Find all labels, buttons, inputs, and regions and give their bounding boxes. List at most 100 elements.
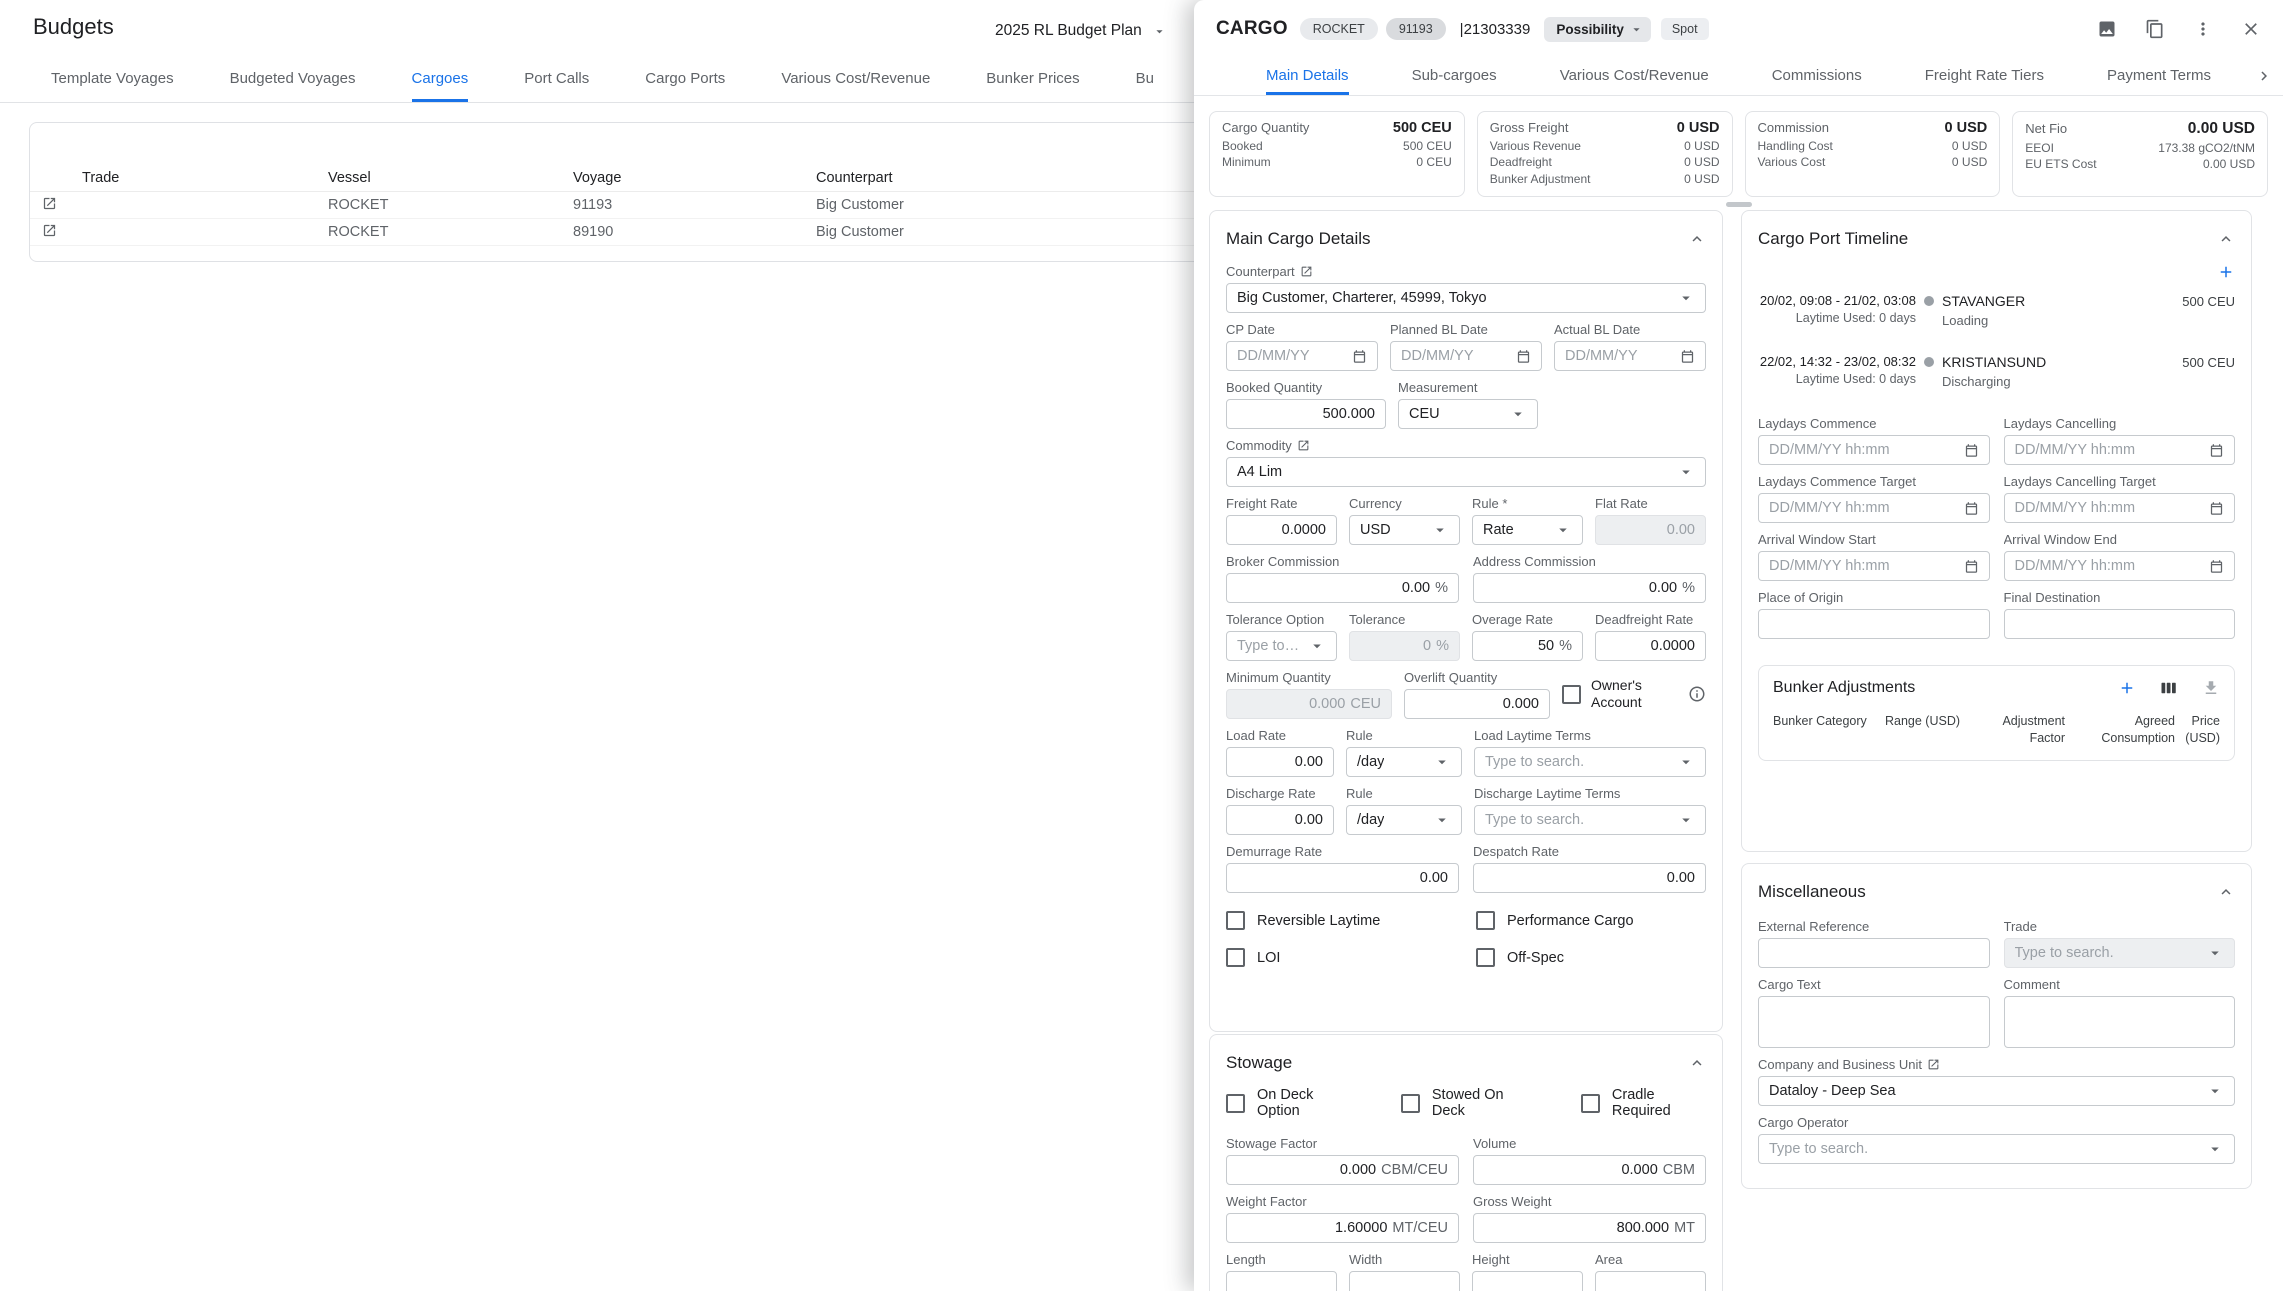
tab-freight-rate-tiers[interactable]: Freight Rate Tiers [1925, 58, 2044, 95]
tab-commissions[interactable]: Commissions [1772, 58, 1862, 95]
load-rate-input[interactable]: 0.00 [1226, 747, 1334, 777]
company-business-unit-select[interactable]: Dataloy - Deep Sea [1758, 1076, 2235, 1106]
weight-factor-input[interactable]: 1.60000 MT/CEU [1226, 1213, 1459, 1243]
overage-rate-input[interactable]: 50 % [1472, 631, 1583, 661]
broker-commission-input[interactable]: 0.00 % [1226, 573, 1459, 603]
stowed-on-deck-checkbox[interactable]: Stowed On Deck [1401, 1087, 1529, 1119]
laydays-commence-target-label: Laydays Commence Target [1758, 473, 1990, 489]
laydays-cancelling-input[interactable]: DD/MM/YY hh:mm [2004, 435, 2236, 465]
tab-various-cost-revenue[interactable]: Various Cost/Revenue [1560, 58, 1709, 95]
calendar-icon[interactable] [1516, 349, 1531, 364]
laydays-cancelling-target-input[interactable]: DD/MM/YY hh:mm [2004, 493, 2236, 523]
laydays-commence-target-input[interactable]: DD/MM/YY hh:mm [1758, 493, 1990, 523]
tabs-overflow-chevron-icon[interactable] [2255, 67, 2273, 89]
status-dropdown[interactable]: Possibility [1544, 17, 1651, 42]
overlift-quantity-input[interactable]: 0.000 [1404, 689, 1550, 719]
freight-rate-input[interactable]: 0.0000 [1226, 515, 1337, 545]
height-input[interactable] [1472, 1271, 1583, 1291]
on-deck-option-checkbox[interactable]: On Deck Option [1226, 1087, 1349, 1119]
tab-cargoes[interactable]: Cargoes [412, 58, 469, 102]
volume-input[interactable]: 0.000 CBM [1473, 1155, 1706, 1185]
info-icon[interactable] [1688, 685, 1706, 703]
load-laytime-terms-select[interactable]: Type to search. [1474, 747, 1706, 777]
calendar-icon[interactable] [2209, 443, 2224, 458]
budget-plan-selector[interactable]: 2025 RL Budget Plan [995, 22, 1167, 40]
tab-main-details[interactable]: Main Details [1266, 58, 1349, 95]
reversible-laytime-checkbox[interactable]: Reversible Laytime [1226, 911, 1476, 930]
kebab-menu-icon[interactable] [2193, 19, 2213, 39]
despatch-rate-input[interactable]: 0.00 [1473, 863, 1706, 893]
demurrage-rate-input[interactable]: 0.00 [1226, 863, 1459, 893]
tab-payment-terms[interactable]: Payment Terms [2107, 58, 2211, 95]
tab-cargo-ports[interactable]: Cargo Ports [645, 58, 725, 102]
external-link-icon[interactable] [1297, 439, 1310, 452]
arrival-window-start-input[interactable]: DD/MM/YY hh:mm [1758, 551, 1990, 581]
length-input[interactable] [1226, 1271, 1337, 1291]
columns-icon[interactable] [2160, 679, 2178, 697]
performance-cargo-checkbox[interactable]: Performance Cargo [1476, 911, 1634, 930]
tab-various-cost-revenue[interactable]: Various Cost/Revenue [781, 58, 930, 102]
address-commission-input[interactable]: 0.00 % [1473, 573, 1706, 603]
calendar-icon[interactable] [1964, 559, 1979, 574]
loi-checkbox[interactable]: LOI [1226, 948, 1476, 967]
cargo-operator-select[interactable]: Type to search. [1758, 1134, 2235, 1164]
close-icon[interactable] [2241, 19, 2261, 39]
cargo-text-input[interactable] [1758, 996, 1990, 1048]
collapse-icon[interactable] [2217, 883, 2235, 901]
actual-bl-date-input[interactable]: DD/MM/YY [1554, 341, 1706, 371]
copy-icon[interactable] [2145, 19, 2165, 39]
external-reference-input[interactable] [1758, 938, 1990, 968]
discharge-rate-input[interactable]: 0.00 [1226, 805, 1334, 835]
measurement-select[interactable]: CEU [1398, 399, 1538, 429]
calendar-icon[interactable] [1964, 443, 1979, 458]
currency-select[interactable]: USD [1349, 515, 1460, 545]
tab-bunker-prices[interactable]: Bunker Prices [986, 58, 1079, 102]
collapse-icon[interactable] [1688, 1054, 1706, 1072]
arrival-window-end-input[interactable]: DD/MM/YY hh:mm [2004, 551, 2236, 581]
add-port-call-icon[interactable] [2217, 263, 2235, 281]
collapse-icon[interactable] [2217, 230, 2235, 248]
calendar-icon[interactable] [1352, 349, 1367, 364]
external-link-icon[interactable] [1300, 265, 1313, 278]
cp-date-input[interactable]: DD/MM/YY [1226, 341, 1378, 371]
calendar-icon[interactable] [1964, 501, 1979, 516]
gross-weight-input[interactable]: 800.000 MT [1473, 1213, 1706, 1243]
tab-bunker-truncated[interactable]: Bu [1136, 58, 1154, 102]
tab-port-calls[interactable]: Port Calls [524, 58, 589, 102]
collapse-icon[interactable] [1688, 230, 1706, 248]
laydays-commence-input[interactable]: DD/MM/YY hh:mm [1758, 435, 1990, 465]
tab-sub-cargoes[interactable]: Sub-cargoes [1412, 58, 1497, 95]
counterpart-select[interactable]: Big Customer, Charterer, 45999, Tokyo [1226, 283, 1706, 313]
discharge-laytime-terms-select[interactable]: Type to search. [1474, 805, 1706, 835]
rule-select[interactable]: Rate [1472, 515, 1583, 545]
width-input[interactable] [1349, 1271, 1460, 1291]
tolerance-option-select[interactable]: Type to s... [1226, 631, 1337, 661]
off-spec-checkbox[interactable]: Off-Spec [1476, 948, 1564, 967]
open-in-new-icon[interactable] [42, 196, 57, 211]
calendar-icon[interactable] [1680, 349, 1695, 364]
timeline-entry[interactable]: 20/02, 09:08 - 21/02, 03:08 Laytime Used… [1758, 293, 2235, 328]
load-rule-select[interactable]: /day [1346, 747, 1462, 777]
timeline-entry[interactable]: 22/02, 14:32 - 23/02, 08:32 Laytime Used… [1758, 354, 2235, 389]
download-icon[interactable] [2202, 679, 2220, 697]
tab-budgeted-voyages[interactable]: Budgeted Voyages [230, 58, 356, 102]
stowage-factor-input[interactable]: 0.000 CBM/CEU [1226, 1155, 1459, 1185]
calendar-icon[interactable] [2209, 501, 2224, 516]
tab-template-voyages[interactable]: Template Voyages [51, 58, 174, 102]
owners-account-checkbox[interactable] [1562, 685, 1581, 704]
planned-bl-date-input[interactable]: DD/MM/YY [1390, 341, 1542, 371]
image-icon[interactable] [2097, 19, 2117, 39]
comment-input[interactable] [2004, 996, 2236, 1048]
booked-quantity-input[interactable]: 500.000 [1226, 399, 1386, 429]
area-input[interactable] [1595, 1271, 1706, 1291]
open-in-new-icon[interactable] [42, 223, 57, 238]
commodity-select[interactable]: A4 Lim [1226, 457, 1706, 487]
deadfreight-rate-input[interactable]: 0.0000 [1595, 631, 1706, 661]
calendar-icon[interactable] [2209, 559, 2224, 574]
cradle-required-checkbox[interactable]: Cradle Required [1581, 1087, 1706, 1119]
external-link-icon[interactable] [1927, 1058, 1940, 1071]
final-destination-input[interactable] [2004, 609, 2236, 639]
place-of-origin-input[interactable] [1758, 609, 1990, 639]
discharge-rule-select[interactable]: /day [1346, 805, 1462, 835]
add-bunker-adjustment-icon[interactable] [2118, 679, 2136, 697]
